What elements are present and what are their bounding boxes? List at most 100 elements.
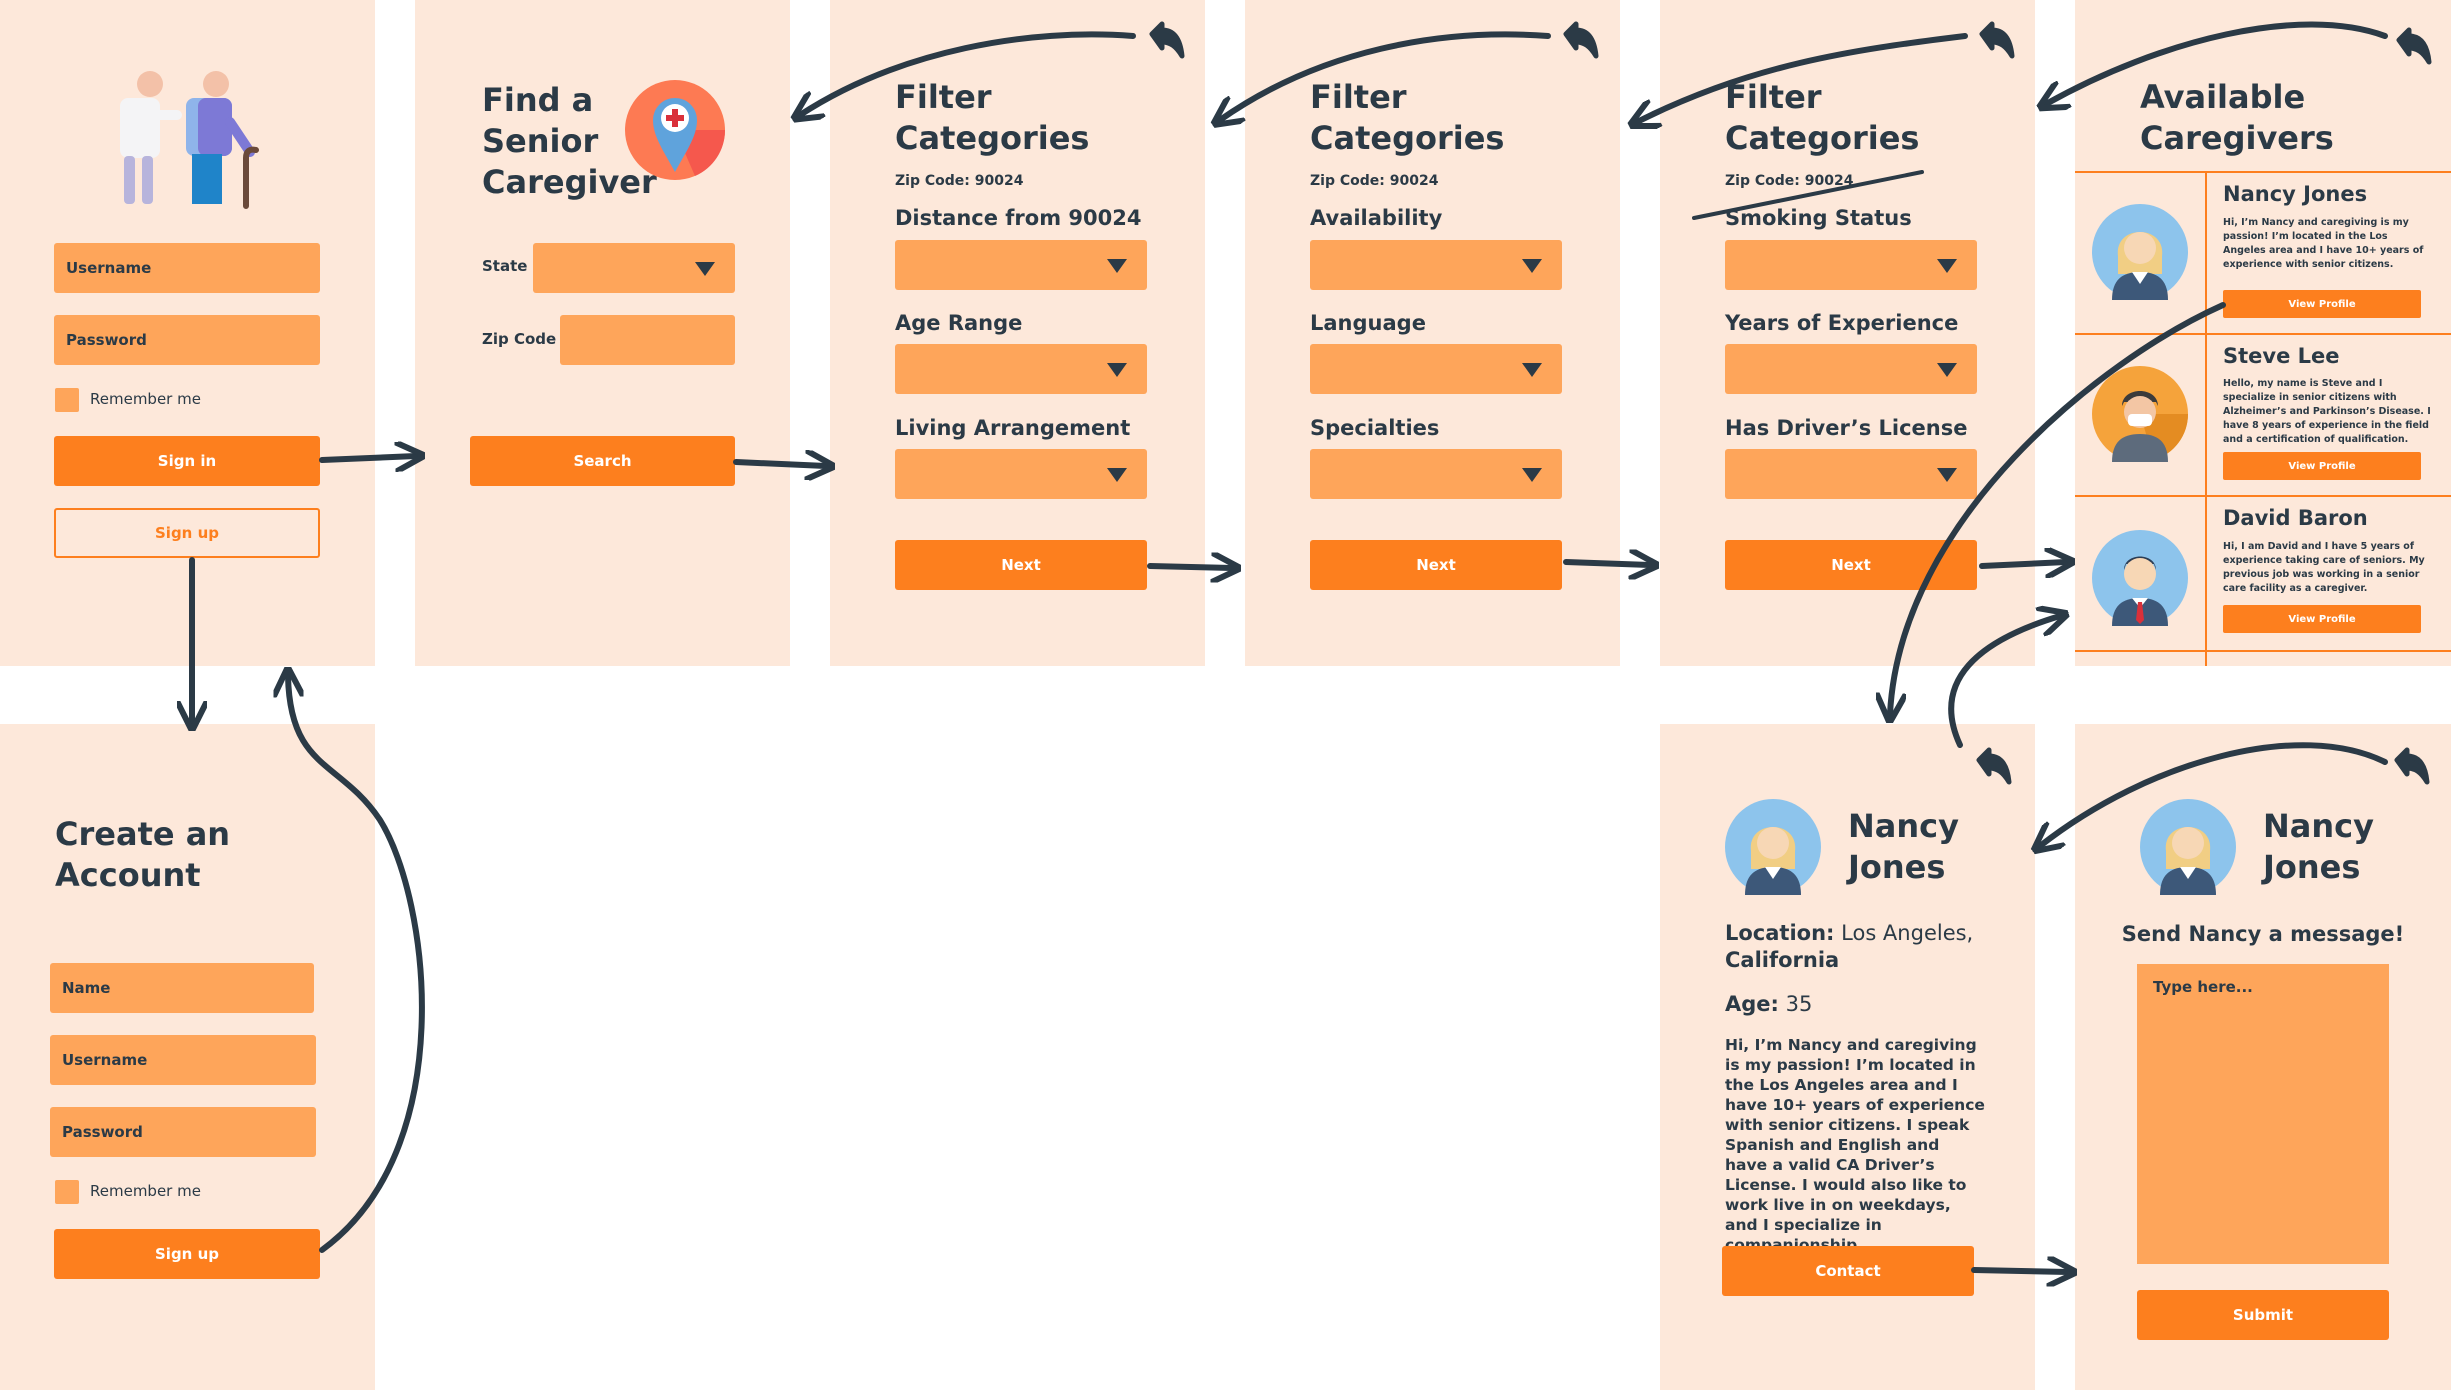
zip-code-input[interactable] bbox=[560, 315, 735, 365]
filter-screen-1: Filter Categories Zip Code: 90024 Distan… bbox=[830, 0, 1205, 666]
message-heading: Send Nancy a message! bbox=[2121, 922, 2405, 946]
chevron-down-icon bbox=[1107, 363, 1127, 377]
filter-title-line1: Filter bbox=[895, 78, 992, 116]
username-placeholder: Username bbox=[66, 259, 152, 277]
availability-dropdown[interactable] bbox=[1310, 240, 1562, 290]
caregiver-name: Nancy Jones bbox=[2223, 182, 2368, 206]
distance-dropdown[interactable] bbox=[895, 240, 1147, 290]
chevron-down-icon bbox=[1107, 259, 1127, 273]
avatar bbox=[1725, 799, 1821, 895]
age-label: Age: bbox=[1725, 992, 1779, 1016]
caregiver-name: David Baron bbox=[2223, 506, 2368, 530]
divider bbox=[2075, 650, 2451, 652]
location-label: Location: bbox=[1725, 921, 1835, 945]
find-title-line2: Senior bbox=[482, 122, 599, 160]
caregiver-name: Steve Lee bbox=[2223, 344, 2340, 368]
remember-me-label: Remember me bbox=[90, 390, 201, 408]
search-button[interactable]: Search bbox=[470, 436, 735, 486]
name-field[interactable]: Name bbox=[50, 963, 314, 1013]
sign-in-button[interactable]: Sign in bbox=[54, 436, 320, 486]
location-value-2: California bbox=[1725, 948, 1840, 972]
zip-code-label: Zip Code bbox=[482, 330, 557, 348]
username-field[interactable]: Username bbox=[50, 1035, 316, 1085]
profile-name-line2: Jones bbox=[1848, 848, 1946, 886]
elderly-care-illustration bbox=[112, 66, 262, 211]
zip-code-text: Zip Code: 90024 bbox=[1310, 173, 1439, 189]
distance-label: Distance from 90024 bbox=[895, 206, 1142, 230]
remember-me-checkbox[interactable] bbox=[55, 388, 79, 412]
profile-location: Location: Los Angeles, California bbox=[1725, 920, 1985, 974]
avatar bbox=[2140, 799, 2236, 895]
filter-title-line2: Categories bbox=[895, 119, 1090, 157]
state-label: State bbox=[482, 257, 528, 275]
password-field[interactable]: Password bbox=[50, 1107, 316, 1157]
caregiver-profile-screen: Nancy Jones Location: Los Angeles, Calif… bbox=[1660, 724, 2035, 1390]
username-placeholder: Username bbox=[62, 1051, 148, 1069]
caregiver-description: Hi, I’m Nancy and caregiving is my passi… bbox=[2223, 217, 2424, 270]
next-button[interactable]: Next bbox=[895, 540, 1147, 590]
profile-age: Age: 35 bbox=[1725, 992, 1812, 1016]
username-field[interactable]: Username bbox=[54, 243, 320, 293]
find-title-line1: Find a bbox=[482, 81, 594, 119]
message-textarea[interactable]: Type here... bbox=[2137, 964, 2389, 1264]
submit-button[interactable]: Submit bbox=[2137, 1290, 2389, 1340]
sign-up-submit-button[interactable]: Sign up bbox=[54, 1229, 320, 1279]
create-title-line2: Account bbox=[55, 856, 201, 894]
specialties-dropdown[interactable] bbox=[1310, 449, 1562, 499]
caregivers-list-screen: Available Caregivers Nancy Jones Hi, I’m… bbox=[2075, 0, 2451, 666]
create-title-line1: Create an bbox=[55, 815, 231, 853]
caregiver-description: Hi, I am David and I have 5 years of exp… bbox=[2223, 541, 2425, 594]
chevron-down-icon bbox=[1522, 468, 1542, 482]
name-placeholder: Name bbox=[62, 979, 111, 997]
next-button[interactable]: Next bbox=[1725, 540, 1977, 590]
view-profile-button[interactable]: View Profile bbox=[2223, 452, 2421, 480]
sign-up-button[interactable]: Sign up bbox=[54, 508, 320, 558]
language-dropdown[interactable] bbox=[1310, 344, 1562, 394]
divider bbox=[2075, 333, 2451, 335]
living-arrangement-dropdown[interactable] bbox=[895, 449, 1147, 499]
drivers-license-dropdown[interactable] bbox=[1725, 449, 1977, 499]
avatar bbox=[2092, 530, 2188, 626]
password-placeholder: Password bbox=[62, 1123, 143, 1141]
chevron-down-icon bbox=[1937, 363, 1957, 377]
living-arrangement-label: Living Arrangement bbox=[895, 416, 1131, 440]
divider bbox=[2205, 171, 2207, 666]
next-button[interactable]: Next bbox=[1310, 540, 1562, 590]
login-screen: Username Password Remember me Sign in Si… bbox=[0, 0, 375, 666]
avatar bbox=[2092, 204, 2188, 300]
specialties-label: Specialties bbox=[1310, 416, 1440, 440]
message-screen: Nancy Jones Send Nancy a message! Type h… bbox=[2075, 724, 2451, 1390]
smoking-status-label: Smoking Status bbox=[1725, 206, 1912, 230]
filter-title-line2: Categories bbox=[1310, 119, 1505, 157]
view-profile-button[interactable]: View Profile bbox=[2223, 290, 2421, 318]
location-value: Los Angeles, bbox=[1841, 921, 1974, 945]
filter-title-line1: Filter bbox=[1310, 78, 1407, 116]
create-account-screen: Create an Account Name Username Password… bbox=[0, 724, 375, 1390]
smoking-status-dropdown[interactable] bbox=[1725, 240, 1977, 290]
password-field[interactable]: Password bbox=[54, 315, 320, 365]
remember-me-checkbox[interactable] bbox=[55, 1180, 79, 1204]
profile-name-line1: Nancy bbox=[1848, 807, 1959, 845]
remember-me-label: Remember me bbox=[90, 1182, 201, 1200]
age-range-dropdown[interactable] bbox=[895, 344, 1147, 394]
chevron-down-icon bbox=[1937, 468, 1957, 482]
availability-label: Availability bbox=[1310, 206, 1443, 230]
drivers-license-label: Has Driver’s License bbox=[1725, 416, 1968, 440]
message-name-line1: Nancy bbox=[2263, 807, 2374, 845]
password-placeholder: Password bbox=[66, 331, 147, 349]
chevron-down-icon bbox=[1937, 259, 1957, 273]
filter-title-line2: Categories bbox=[1725, 119, 1920, 157]
view-profile-button[interactable]: View Profile bbox=[2223, 605, 2421, 633]
message-placeholder: Type here... bbox=[2153, 978, 2253, 996]
age-range-label: Age Range bbox=[895, 311, 1023, 335]
state-dropdown[interactable] bbox=[533, 243, 735, 293]
chevron-down-icon bbox=[1522, 363, 1542, 377]
chevron-down-icon bbox=[1522, 259, 1542, 273]
chevron-down-icon bbox=[695, 262, 715, 276]
caregivers-title-line1: Available bbox=[2140, 78, 2306, 116]
profile-bio: Hi, I’m Nancy and caregiving is my passi… bbox=[1725, 1036, 1985, 1254]
divider bbox=[2075, 495, 2451, 497]
contact-button[interactable]: Contact bbox=[1722, 1246, 1974, 1296]
years-experience-dropdown[interactable] bbox=[1725, 344, 1977, 394]
message-name-line2: Jones bbox=[2263, 848, 2361, 886]
